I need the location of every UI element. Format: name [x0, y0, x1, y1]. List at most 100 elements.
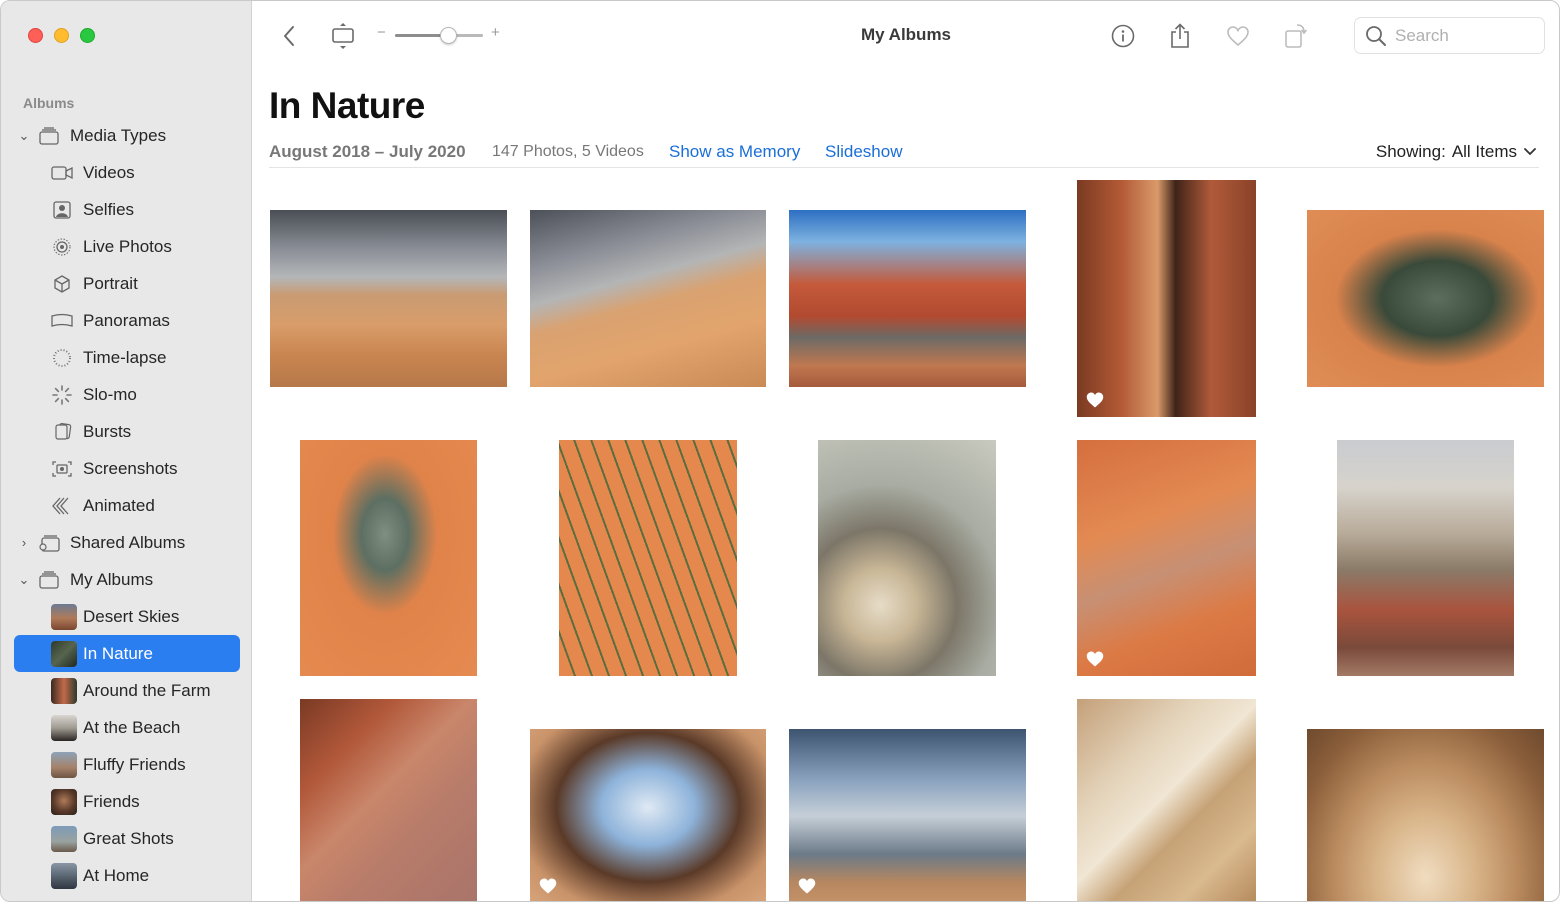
photo-tile[interactable]: [789, 210, 1026, 387]
sidebar-item-time-lapse[interactable]: Time-lapse: [14, 339, 240, 376]
sidebar-item-label: At Home: [83, 865, 150, 885]
photo-tile[interactable]: [1307, 729, 1544, 901]
album-thumbnail: [51, 788, 77, 815]
toolbar: − + My Albums: [253, 1, 1559, 71]
photo-tile[interactable]: [530, 210, 766, 387]
photo-tile[interactable]: [1077, 440, 1256, 676]
photo-tile[interactable]: [530, 729, 766, 901]
sidebar-item-label: My Albums: [70, 569, 154, 589]
info-button[interactable]: [1110, 21, 1136, 51]
sidebar-item-in-nature[interactable]: In Nature: [14, 635, 240, 672]
sidebar-item-label: At the Beach: [83, 717, 181, 737]
screenshot-icon: [51, 459, 73, 479]
search-input[interactable]: [1395, 25, 1535, 46]
zoom-in-label[interactable]: +: [491, 24, 500, 41]
chevron-down-icon[interactable]: ⌄: [18, 572, 30, 588]
sidebar-item-label: Bursts: [83, 421, 132, 441]
back-button[interactable]: [277, 21, 301, 51]
photo-tile[interactable]: [789, 729, 1026, 901]
album-thumbnail: [51, 677, 77, 704]
photo-tile[interactable]: [300, 440, 477, 676]
chevron-right-icon[interactable]: ›: [18, 535, 30, 550]
sidebar-group-my-albums[interactable]: ⌄ My Albums: [14, 561, 240, 598]
sidebar-item-fluffy-friends[interactable]: Fluffy Friends: [14, 746, 240, 783]
sidebar-item-label: Desert Skies: [83, 606, 180, 626]
zoom-out-label[interactable]: −: [377, 24, 386, 41]
sidebar-item-label: Animated: [83, 495, 155, 515]
share-button[interactable]: [1168, 21, 1192, 51]
portrait-cube-icon: [51, 274, 73, 294]
album-stack-icon: [38, 570, 60, 590]
video-icon: [51, 163, 73, 183]
sidebar-group-shared-albums[interactable]: › Shared Albums: [14, 524, 240, 561]
sidebar-item-label: Portrait: [83, 273, 138, 293]
slideshow-link[interactable]: Slideshow: [825, 142, 903, 162]
sidebar-item-panoramas[interactable]: Panoramas: [14, 302, 240, 339]
photos-window: Albums ⌄ Media Types Videos Selfies Live…: [0, 0, 1560, 902]
sidebar-item-great-shots[interactable]: Great Shots: [14, 820, 240, 857]
photo-tile[interactable]: [1337, 440, 1514, 676]
sidebar-item-label: Around the Farm: [83, 680, 211, 700]
album-thumbnail: [51, 714, 77, 741]
chevron-down-icon[interactable]: ⌄: [18, 128, 30, 144]
zoom-slider-knob[interactable]: [439, 27, 457, 44]
minimize-window-button[interactable]: [54, 28, 69, 43]
album-thumbnail: [51, 640, 77, 667]
close-window-button[interactable]: [28, 28, 43, 43]
bursts-icon: [51, 422, 73, 442]
album-thumbnail: [51, 751, 77, 778]
share-icon: [1171, 23, 1189, 48]
sidebar-item-desert-skies[interactable]: Desert Skies: [14, 598, 240, 635]
album-thumbnail: [51, 825, 77, 852]
album-thumbnail: [51, 862, 77, 889]
animated-icon: [51, 496, 73, 516]
sidebar-item-around-the-farm[interactable]: Around the Farm: [14, 672, 240, 709]
panorama-icon: [51, 311, 73, 331]
sidebar-item-label: Great Shots: [83, 828, 174, 848]
sidebar-item-live-photos[interactable]: Live Photos: [14, 228, 240, 265]
sidebar-item-portrait[interactable]: Portrait: [14, 265, 240, 302]
favorite-heart-icon: [539, 878, 557, 894]
photo-tile[interactable]: [270, 210, 507, 387]
showing-value: All Items: [1451, 142, 1517, 161]
photo-tile[interactable]: [1077, 699, 1256, 901]
sidebar-item-screenshots[interactable]: Screenshots: [14, 450, 240, 487]
page-title: In Nature: [269, 85, 425, 126]
photo-tile[interactable]: [818, 440, 996, 676]
sidebar-section-title: Albums: [23, 95, 75, 111]
sidebar-item-label: Time-lapse: [83, 347, 167, 367]
search-field[interactable]: [1354, 17, 1545, 54]
sidebar-item-bursts[interactable]: Bursts: [14, 413, 240, 450]
slo-mo-icon: [51, 384, 73, 405]
sidebar-item-label: Friends: [83, 791, 140, 811]
sidebar-item-label: Live Photos: [83, 236, 172, 256]
zoom-slider[interactable]: [395, 27, 483, 44]
sidebar-item-friends[interactable]: Friends: [14, 783, 240, 820]
showing-filter-dropdown[interactable]: Showing: All Items: [1376, 142, 1537, 162]
sidebar-item-slo-mo[interactable]: Slo-mo: [14, 376, 240, 413]
show-as-memory-link[interactable]: Show as Memory: [669, 142, 800, 162]
sidebar-item-at-home[interactable]: At Home: [14, 857, 240, 894]
favorite-heart-icon: [1086, 392, 1104, 408]
photo-tile[interactable]: [1307, 210, 1544, 387]
sidebar-item-animated[interactable]: Animated: [14, 487, 240, 524]
aspect-fit-icon: [332, 23, 354, 49]
album-thumbnail: [51, 603, 77, 630]
sidebar-item-label: Screenshots: [83, 458, 178, 478]
live-photo-icon: [51, 237, 73, 257]
sidebar-item-videos[interactable]: Videos: [14, 154, 240, 191]
sidebar-group-media-types[interactable]: ⌄ Media Types: [14, 117, 240, 154]
sidebar-item-at-the-beach[interactable]: At the Beach: [14, 709, 240, 746]
rotate-icon: [1285, 24, 1308, 48]
photo-tile[interactable]: [559, 440, 737, 676]
album-meta-row: August 2018 – July 2020 147 Photos, 5 Vi…: [269, 140, 1539, 168]
zoom-window-button[interactable]: [80, 28, 95, 43]
photo-tile[interactable]: [300, 699, 477, 901]
sidebar-item-selfies[interactable]: Selfies: [14, 191, 240, 228]
photo-tile[interactable]: [1077, 180, 1256, 417]
fit-toggle-button[interactable]: [329, 21, 357, 51]
chevron-down-icon: [1524, 148, 1536, 156]
favorite-button[interactable]: [1225, 21, 1251, 51]
sidebar-list: ⌄ Media Types Videos Selfies Live Photos: [14, 117, 240, 894]
rotate-button[interactable]: [1283, 21, 1309, 51]
